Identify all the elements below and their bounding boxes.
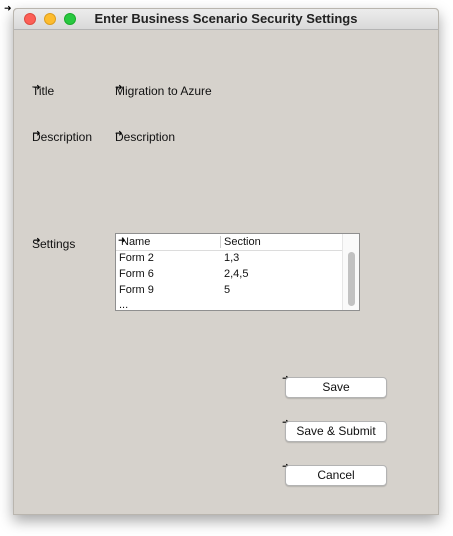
description-value[interactable]: Description bbox=[115, 130, 175, 144]
dialog-window: Enter Business Scenario Security Setting… bbox=[13, 8, 439, 515]
title-label: Title bbox=[32, 84, 55, 98]
settings-table[interactable]: ➜ Name Section Form 2 1,3 Form 6 2,4,5 F… bbox=[115, 233, 360, 311]
scrollbar-thumb[interactable] bbox=[348, 252, 355, 306]
description-label: Description bbox=[32, 130, 93, 144]
column-header-section[interactable]: Section bbox=[224, 236, 261, 248]
settings-label: Settings bbox=[32, 237, 76, 251]
window-title: Enter Business Scenario Security Setting… bbox=[94, 11, 358, 26]
cancel-button[interactable]: Cancel bbox=[285, 465, 387, 486]
column-header-name[interactable]: Name bbox=[121, 236, 150, 248]
table-row[interactable]: Form 2 1,3 bbox=[116, 251, 344, 267]
title-bar: Enter Business Scenario Security Setting… bbox=[14, 9, 438, 30]
pointer-arrow-icon: ➜ bbox=[4, 3, 12, 13]
cell-section: 5 bbox=[224, 284, 231, 296]
save-submit-button[interactable]: Save & Submit bbox=[285, 421, 387, 442]
table-row[interactable]: Form 9 5 bbox=[116, 283, 344, 299]
title-value[interactable]: Migration to Azure bbox=[115, 84, 212, 98]
cell-name: ... bbox=[119, 299, 129, 311]
cell-name: Form 9 bbox=[119, 284, 154, 296]
cell-name: Form 6 bbox=[119, 268, 154, 280]
table-row[interactable]: Form 6 2,4,5 bbox=[116, 267, 344, 283]
column-divider bbox=[220, 236, 221, 248]
save-button[interactable]: Save bbox=[285, 377, 387, 398]
table-row[interactable]: ... bbox=[116, 298, 344, 311]
cell-name: Form 2 bbox=[119, 252, 154, 264]
table-scrollbar[interactable] bbox=[342, 234, 359, 310]
cell-section: 1,3 bbox=[224, 252, 240, 264]
table-header: Name Section bbox=[116, 234, 344, 251]
cell-section: 2,4,5 bbox=[224, 268, 249, 280]
